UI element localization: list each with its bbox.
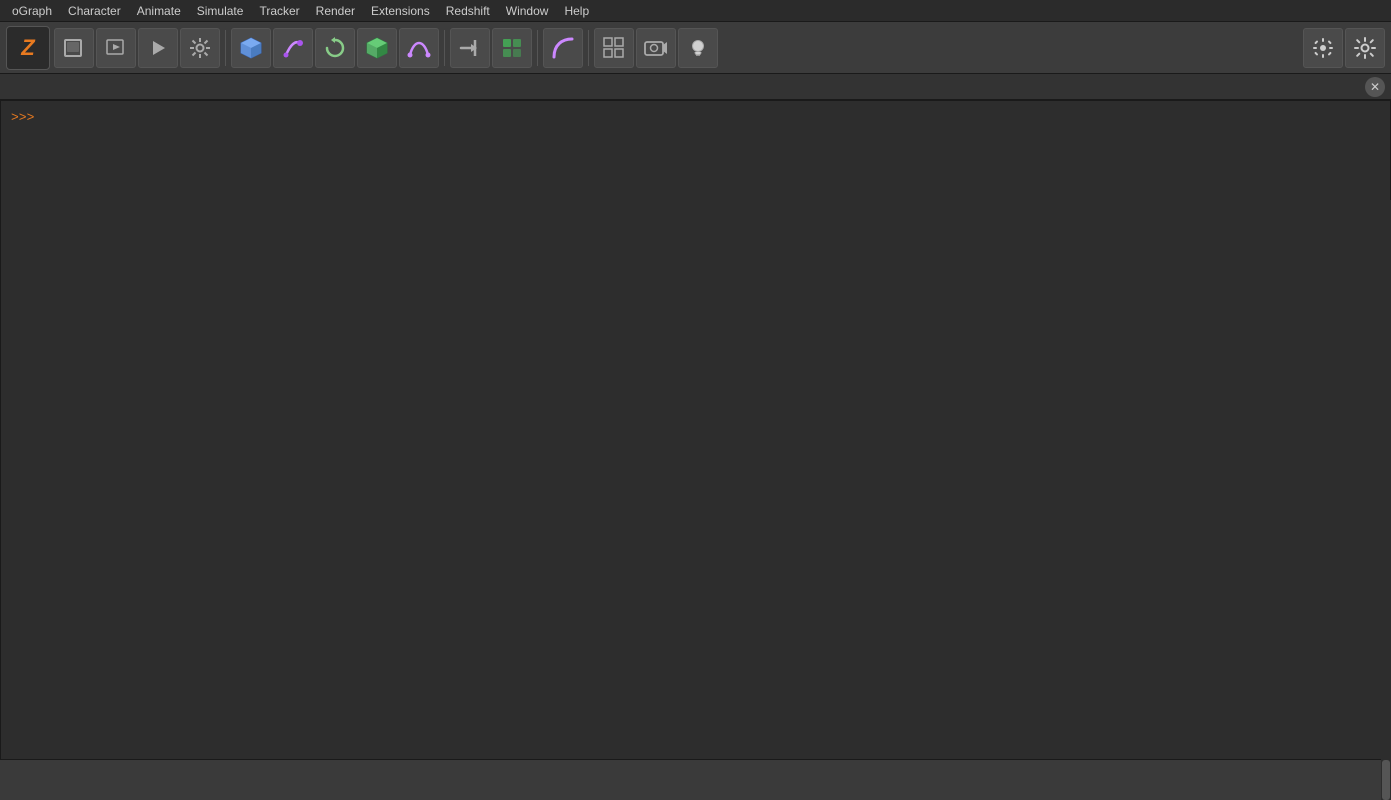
menu-window[interactable]: Window	[498, 2, 557, 20]
menu-tracker[interactable]: Tracker	[251, 2, 307, 20]
gear-settings-button[interactable]	[1303, 28, 1343, 68]
scrollbar-thumb[interactable]	[1382, 760, 1390, 800]
logo-z-icon: Z	[21, 35, 34, 61]
cloner-button[interactable]	[492, 28, 532, 68]
sweep-group	[543, 28, 583, 68]
grid-icon	[601, 35, 627, 61]
menu-extensions[interactable]: Extensions	[363, 2, 438, 20]
more-tools-group	[450, 28, 532, 68]
menu-bar: oGraph Character Animate Simulate Tracke…	[0, 0, 1391, 22]
rotate-button[interactable]	[315, 28, 355, 68]
green-cube-icon	[364, 35, 390, 61]
gear-settings-icon	[1311, 36, 1335, 60]
main-content: >>>	[0, 100, 1391, 760]
close-icon: ✕	[1370, 81, 1380, 93]
close-button[interactable]: ✕	[1365, 77, 1385, 97]
grid-button[interactable]	[594, 28, 634, 68]
settings-small-icon	[189, 37, 211, 59]
play-button[interactable]	[138, 28, 178, 68]
separator-4	[588, 30, 589, 66]
align-button[interactable]	[450, 28, 490, 68]
light-icon	[685, 35, 711, 61]
rotate-icon	[322, 35, 348, 61]
toolbar-right	[1303, 28, 1385, 68]
scene-settings-button[interactable]	[180, 28, 220, 68]
view-tools-group	[594, 28, 718, 68]
gear-prefs-button[interactable]	[1345, 28, 1385, 68]
render-view-icon	[104, 36, 128, 60]
menu-ograph[interactable]: oGraph	[4, 2, 60, 20]
scrollbar[interactable]	[1381, 200, 1391, 800]
play-icon	[146, 36, 170, 60]
camera-button[interactable]	[636, 28, 676, 68]
menu-redshift[interactable]: Redshift	[438, 2, 498, 20]
sub-bar: ✕	[0, 74, 1391, 100]
light-button[interactable]	[678, 28, 718, 68]
camera-icon	[643, 35, 669, 61]
scene-tools-group	[54, 28, 220, 68]
pen-tool-button[interactable]	[273, 28, 313, 68]
menu-render[interactable]: Render	[308, 2, 363, 20]
main-toolbar: Z	[0, 22, 1391, 74]
menu-character[interactable]: Character	[60, 2, 129, 20]
align-icon	[457, 35, 483, 61]
new-scene-icon	[62, 36, 86, 60]
spline-button[interactable]	[399, 28, 439, 68]
cloner-icon	[499, 35, 525, 61]
console-area[interactable]: >>>	[0, 100, 1391, 760]
separator-3	[537, 30, 538, 66]
pen-icon	[280, 35, 306, 61]
menu-simulate[interactable]: Simulate	[189, 2, 252, 20]
console-prompt: >>>	[11, 110, 34, 125]
object-tools-group	[231, 28, 439, 68]
menu-help[interactable]: Help	[556, 2, 597, 20]
separator-1	[225, 30, 226, 66]
menu-animate[interactable]: Animate	[129, 2, 189, 20]
logo-button[interactable]: Z	[6, 26, 50, 70]
gear-prefs-icon	[1353, 36, 1377, 60]
separator-2	[444, 30, 445, 66]
sweep-button[interactable]	[543, 28, 583, 68]
cube-blue-icon	[238, 35, 264, 61]
new-scene-button[interactable]	[54, 28, 94, 68]
cube-object-button[interactable]	[231, 28, 271, 68]
spline-icon	[406, 35, 432, 61]
render-view-button[interactable]	[96, 28, 136, 68]
sweep-icon	[550, 35, 576, 61]
green-cube-button[interactable]	[357, 28, 397, 68]
